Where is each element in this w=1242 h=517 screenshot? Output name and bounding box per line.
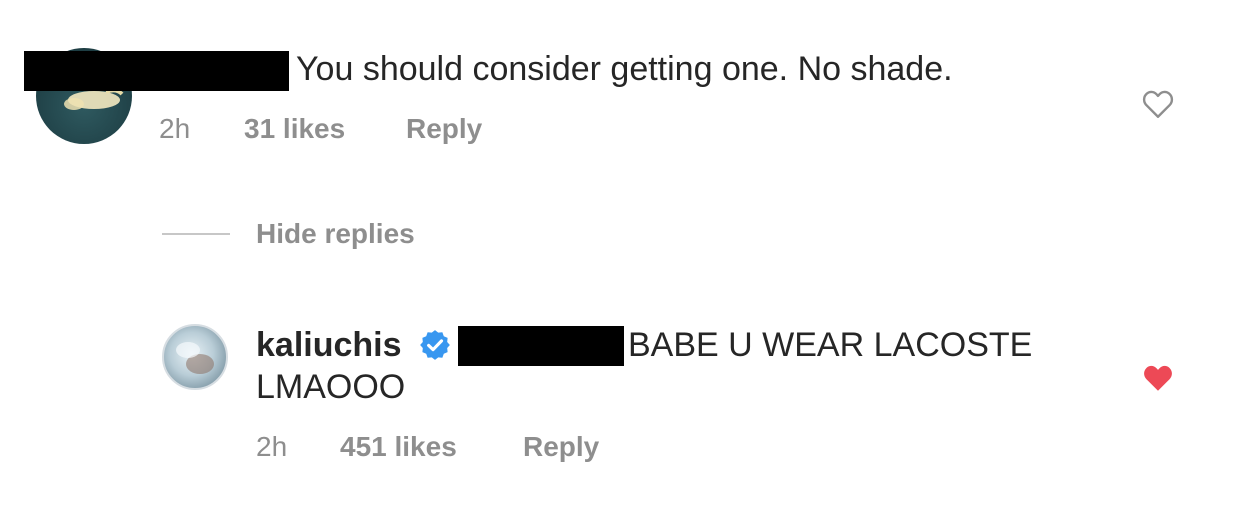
avatar-image [176,342,214,374]
redacted-username [24,51,289,91]
reply-text-line-1: BABE U WEAR LACOSTE [628,326,1033,364]
comment-timestamp: 2h [159,113,191,144]
replies-divider-line [162,233,230,235]
verified-badge-icon [418,328,452,362]
comment-text: You should consider getting one. No shad… [296,50,953,88]
reply-timestamp: 2h [256,431,288,462]
like-button-active[interactable] [1140,360,1176,396]
heart-filled-icon [1144,365,1172,391]
reply-reply-button[interactable]: Reply [523,430,599,464]
hide-replies-button[interactable]: Hide replies [256,217,415,251]
reply-likes-count[interactable]: 451 likes [340,430,457,464]
comment-likes-count[interactable]: 31 likes [244,112,345,146]
like-button[interactable] [1140,86,1176,122]
reply-username[interactable]: kaliuchis [256,324,402,366]
redacted-mention [458,326,624,366]
reply-author-avatar[interactable] [162,324,228,390]
reply-text-line-2: LMAOOO [256,368,406,406]
comment-reply-button[interactable]: Reply [406,112,482,146]
heart-outline-icon [1142,90,1174,118]
